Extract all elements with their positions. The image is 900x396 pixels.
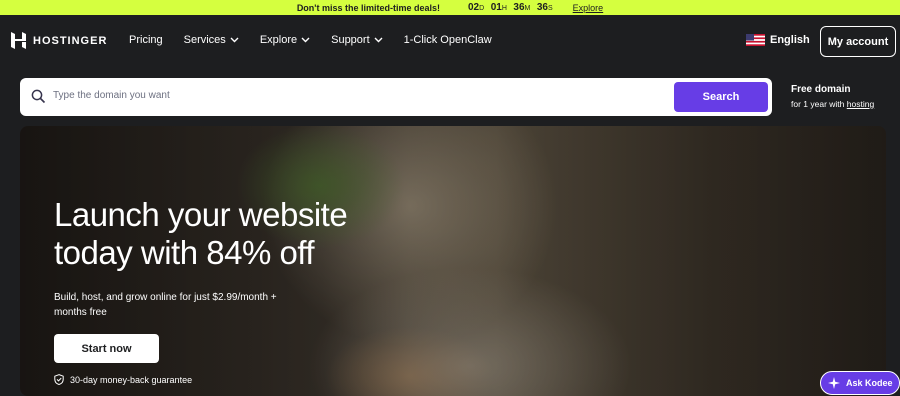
ask-kodee-label: Ask Kodee	[846, 378, 893, 388]
countdown-seconds: 36	[536, 2, 548, 13]
language-selector[interactable]: English	[746, 34, 810, 46]
search-icon	[31, 89, 46, 104]
nav-item-support[interactable]: Support	[331, 34, 383, 46]
ask-kodee-button[interactable]: Ask Kodee	[820, 371, 900, 395]
free-domain-note: Free domain for 1 year with hosting	[791, 84, 874, 109]
search-button[interactable]: Search	[674, 82, 768, 112]
free-domain-title: Free domain	[791, 84, 851, 95]
hero-banner: Launch your website today with 84% off B…	[20, 126, 886, 396]
domain-search-bar: Type the domain you want Search	[20, 78, 772, 116]
hero-headline: Launch your website today with 84% off	[54, 196, 348, 271]
my-account-button[interactable]: My account	[820, 26, 896, 57]
nav-item-services[interactable]: Services	[184, 34, 239, 46]
promo-text: Don't miss the limited-time deals!	[296, 2, 440, 13]
hero-content: Launch your website today with 84% off B…	[54, 196, 384, 385]
promo-banner: Don't miss the limited-time deals! 02D 0…	[0, 0, 900, 15]
language-label: English	[770, 34, 810, 46]
chevron-down-icon	[374, 37, 383, 43]
countdown-hours: 01	[490, 2, 502, 13]
start-now-button[interactable]: Start now	[54, 334, 159, 363]
money-back-guarantee: 30-day money-back guarantee	[54, 374, 384, 385]
top-navigation: HOSTINGER Pricing Services Explore Suppo…	[0, 15, 900, 70]
hostinger-logo[interactable]: HOSTINGER	[11, 32, 107, 49]
countdown-days: 02	[467, 2, 480, 13]
chevron-down-icon	[230, 37, 239, 43]
logo-text: HOSTINGER	[33, 34, 108, 47]
free-domain-subtitle: for 1 year with	[791, 99, 845, 109]
main-menu: Pricing Services Explore Support 1-Click…	[129, 34, 492, 46]
guarantee-text: 30-day money-back guarantee	[70, 374, 193, 385]
sparkle-icon	[828, 377, 840, 389]
hero-subheadline: Build, host, and grow online for just $2…	[54, 292, 277, 318]
domain-search-input[interactable]: Type the domain you want	[53, 90, 170, 101]
us-flag-icon	[746, 34, 765, 46]
hostinger-logo-icon	[11, 32, 26, 49]
promo-explore-link[interactable]: Explore	[573, 3, 604, 13]
nav-item-explore[interactable]: Explore	[260, 34, 310, 46]
nav-item-openclaw[interactable]: 1-Click OpenClaw	[404, 34, 492, 46]
shield-check-icon	[54, 374, 64, 385]
hosting-link[interactable]: hosting	[847, 99, 874, 109]
chevron-down-icon	[301, 37, 310, 43]
countdown-minutes: 36	[513, 2, 525, 13]
countdown-timer: 02D 01H 36M 36S	[467, 2, 553, 13]
nav-item-pricing[interactable]: Pricing	[129, 34, 163, 46]
